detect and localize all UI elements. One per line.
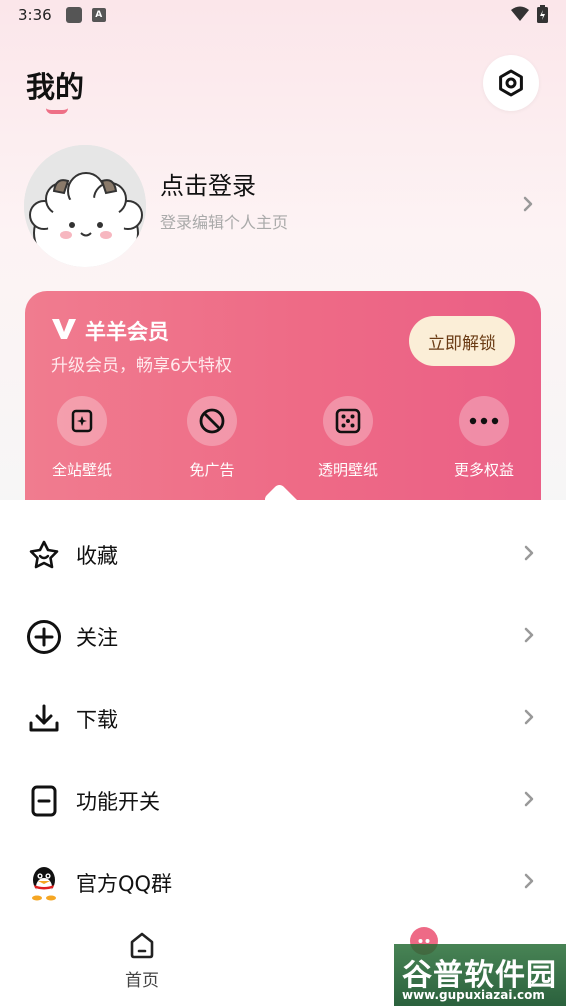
download-icon [26, 701, 62, 737]
nav-home-label: 首页 [125, 971, 159, 991]
battery-icon [537, 5, 548, 23]
menu-label: 功能开关 [76, 790, 160, 814]
watermark-url: www.gupuxiazai.com [402, 988, 545, 1002]
perk-label: 全站壁纸 [51, 461, 112, 479]
page-title: 我的 [26, 70, 85, 104]
perk-label: 更多权益 [453, 461, 514, 479]
chevron-right-icon [522, 871, 536, 895]
chevron-right-icon [522, 543, 536, 567]
menu-label: 下载 [76, 708, 118, 732]
status-time: 3:36 [18, 6, 52, 24]
no-ads-icon [187, 396, 237, 446]
perk-more-benefits[interactable]: 更多权益 [439, 396, 529, 480]
profile-chevron-right-icon[interactable] [520, 193, 536, 219]
perk-label: 免广告 [189, 461, 235, 479]
nav-home-tab[interactable]: 首页 [100, 930, 184, 991]
star-icon [26, 537, 62, 573]
wallpaper-icon [57, 396, 107, 446]
sheep-avatar-icon [24, 145, 146, 267]
login-subtitle: 登录编辑个人主页 [160, 213, 289, 232]
more-icon [459, 396, 509, 446]
menu-item-download[interactable]: 下载 [0, 678, 566, 760]
toggle-icon [26, 783, 62, 819]
status-indicators [511, 5, 548, 23]
qq-penguin-icon [26, 865, 62, 901]
chevron-right-icon [522, 625, 536, 649]
app-notification-icon: A [91, 8, 106, 22]
unlock-button[interactable]: 立即解锁 [409, 316, 515, 366]
menu-label: 收藏 [76, 544, 118, 568]
menu-item-qq-group[interactable]: 官方QQ群 [0, 842, 566, 924]
avatar[interactable] [24, 145, 146, 267]
perk-no-ads[interactable]: 免广告 [167, 396, 257, 480]
title-underline [46, 108, 68, 114]
perk-all-wallpapers[interactable]: 全站壁纸 [37, 396, 127, 480]
vip-logo-icon [51, 318, 77, 344]
settings-icon [499, 69, 523, 97]
vip-description: 升级会员，畅享6大特权 [51, 356, 232, 376]
chevron-right-icon [522, 789, 536, 813]
home-icon [130, 932, 154, 959]
notification-icon [65, 7, 82, 23]
settings-button[interactable] [483, 55, 539, 111]
vip-name: 羊羊会员 [85, 320, 169, 344]
perk-transparent-wallpaper[interactable]: 透明壁纸 [303, 396, 393, 480]
chevron-right-icon [522, 707, 536, 731]
menu-item-feature-toggles[interactable]: 功能开关 [0, 760, 566, 842]
status-bar: 3:36 A [0, 0, 566, 30]
plus-circle-icon [26, 619, 62, 655]
menu-label: 官方QQ群 [76, 872, 173, 896]
menu-item-follow[interactable]: 关注 [0, 596, 566, 678]
wifi-icon [511, 6, 529, 21]
dice-icon [323, 396, 373, 446]
menu-label: 关注 [76, 626, 118, 650]
login-title[interactable]: 点击登录 [160, 166, 256, 201]
menu-item-favorites[interactable]: 收藏 [0, 514, 566, 596]
perk-label: 透明壁纸 [317, 461, 378, 479]
watermark-logo: 谷普软件园 www.gupuxiazai.com [394, 944, 566, 1006]
